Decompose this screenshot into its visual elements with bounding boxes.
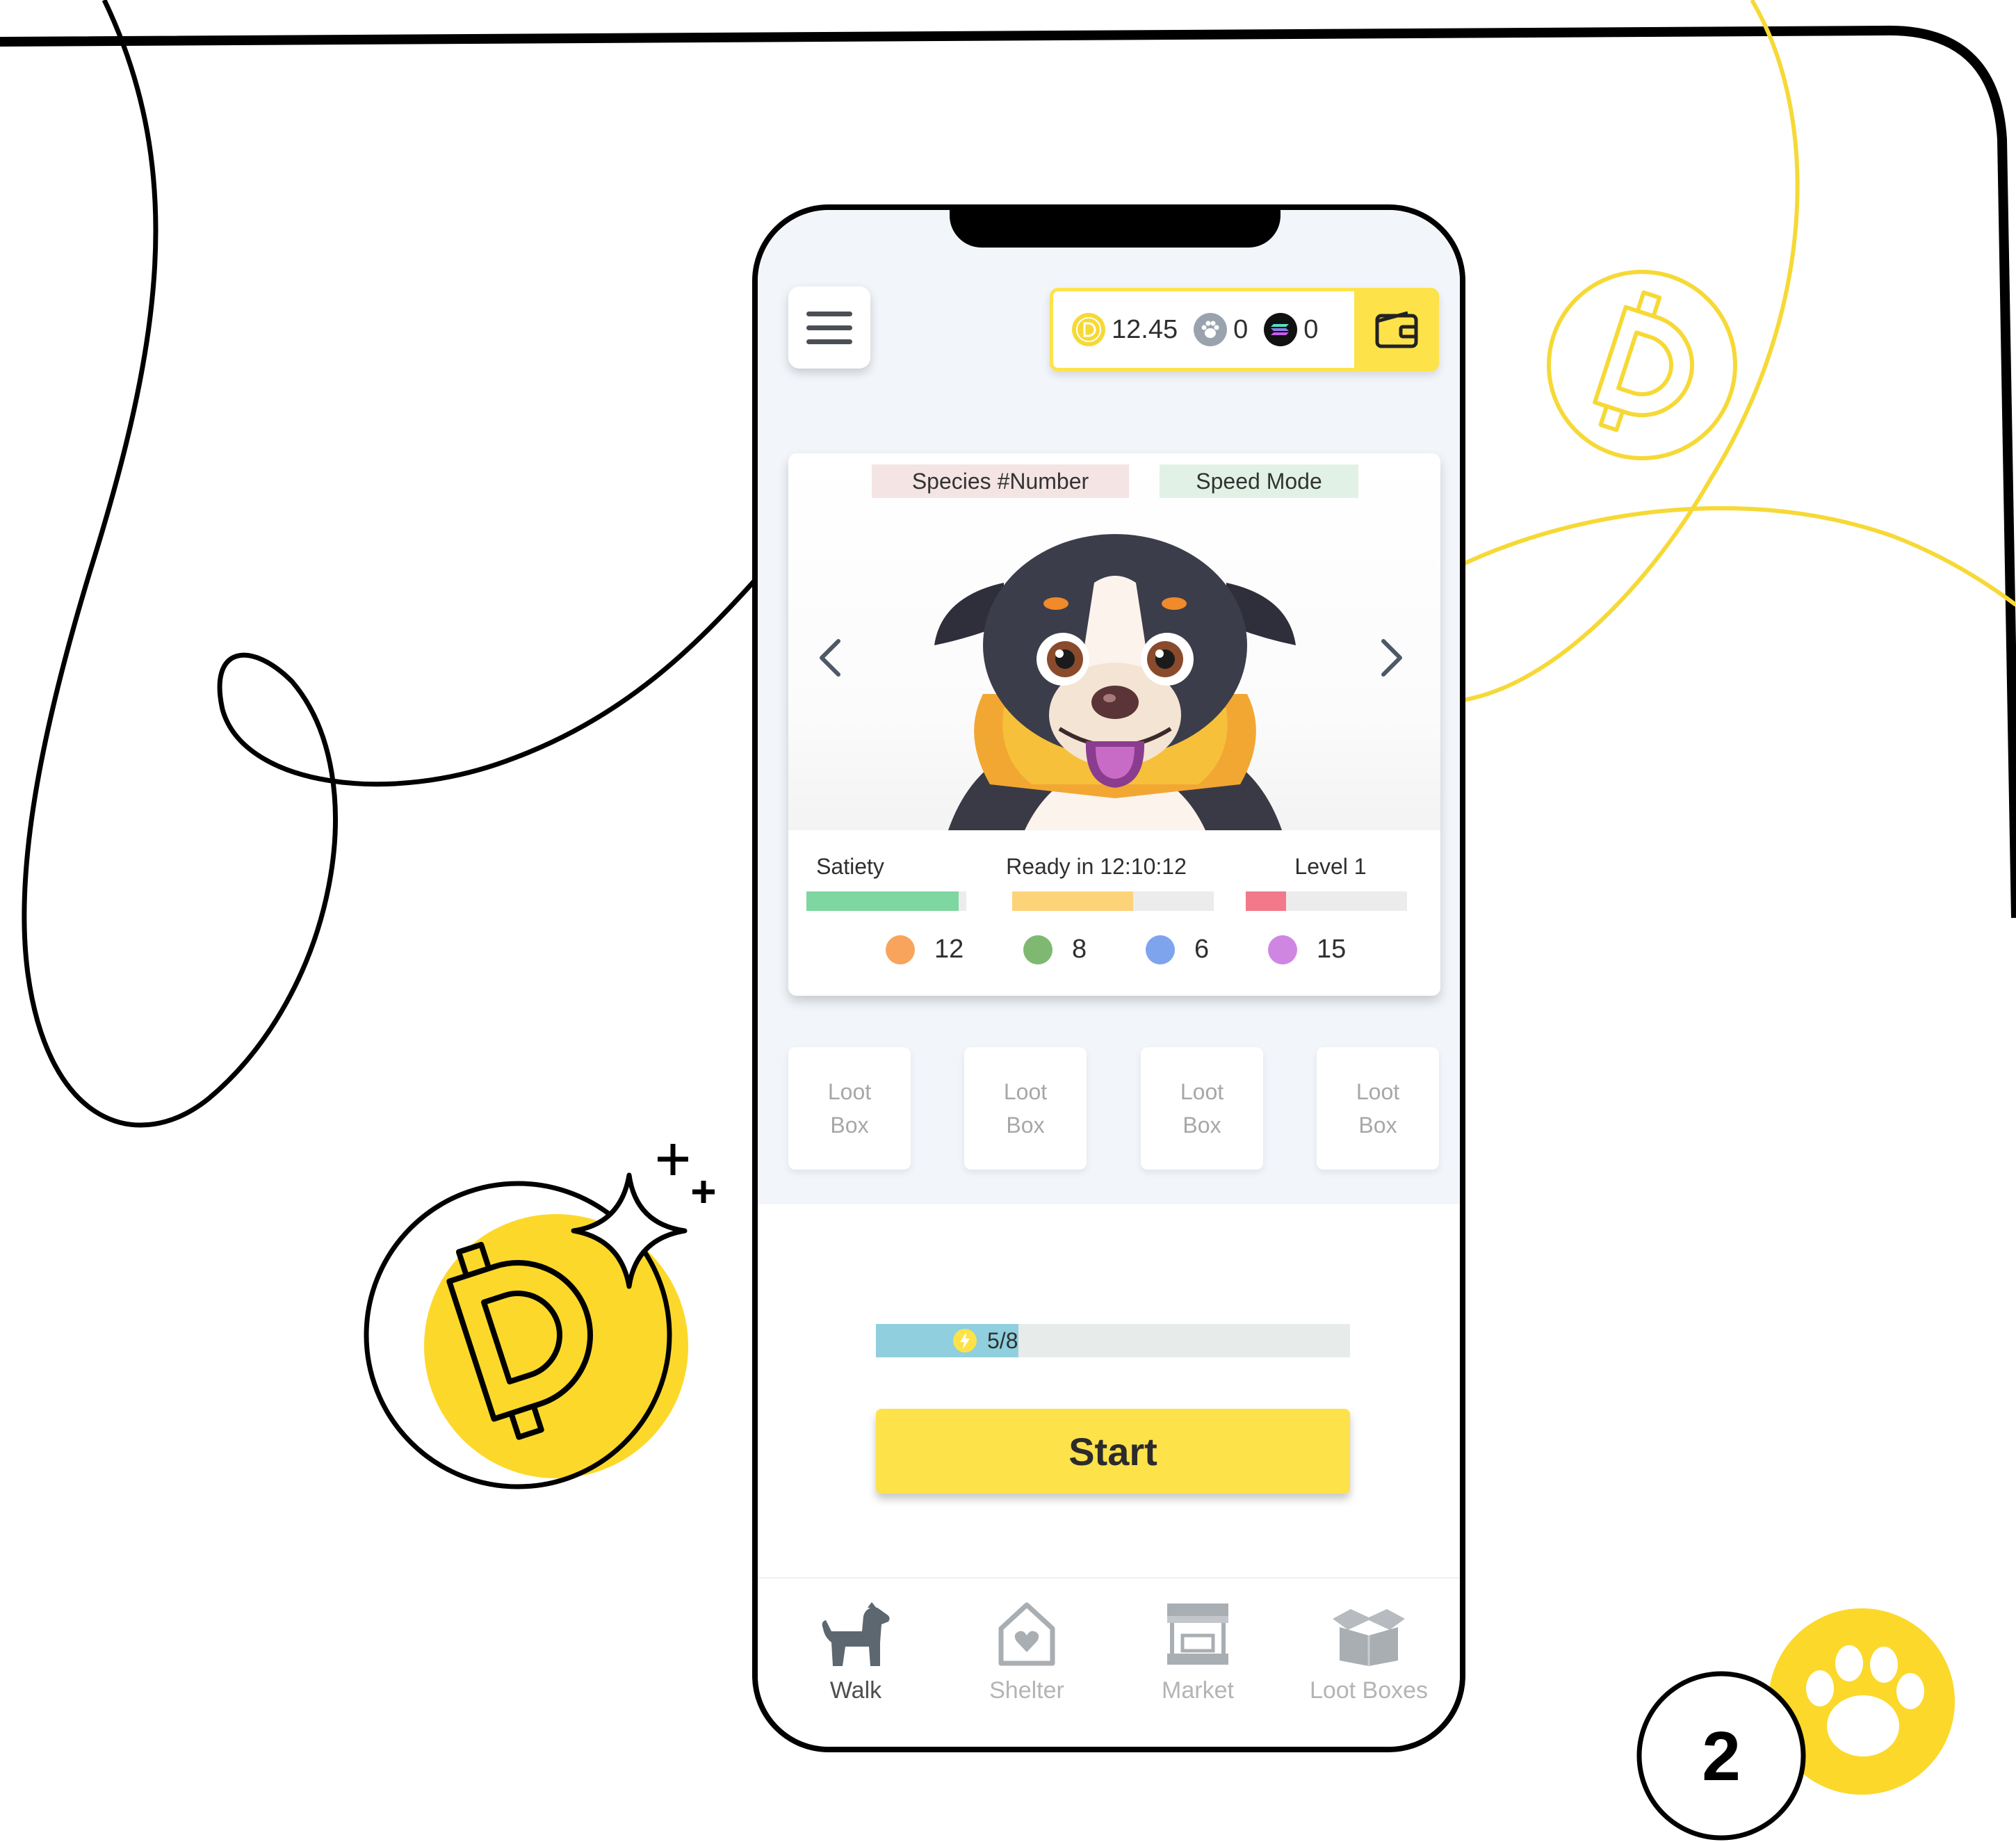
satiety-label: Satiety [816,854,884,879]
loot-box-slot-1[interactable]: Loot Box [788,1047,911,1170]
energy-text: 5/8 [987,1327,1018,1353]
attribute-purple: 15 [1268,935,1346,964]
attribute-blue: 6 [1146,935,1209,964]
level-bar [1246,891,1407,911]
start-button[interactable]: Start [876,1409,1350,1494]
phone-frame: 12.45 0 0 Species #Number Speed Mode Sat… [752,204,1465,1752]
energy-bar: 5/8 [876,1324,1350,1357]
pet-image-area: Species #Number Speed Mode [788,453,1440,830]
market-icon [1167,1603,1228,1665]
menu-button[interactable] [788,286,870,369]
dogecoin-sticker-icon [364,1144,715,1489]
ready-bar [1012,891,1214,911]
satiety-bar [806,891,966,911]
loot-box-slot-3[interactable]: Loot Box [1141,1047,1263,1170]
pet-card: Species #Number Speed Mode Satiety Ready… [788,453,1440,996]
dog-avatar [934,534,1296,830]
dogecoin-outline-icon [1547,270,1737,460]
nav-loot-boxes[interactable]: Loot Boxes [1289,1598,1449,1704]
paw-coin-icon [1194,313,1228,346]
dogecoin-icon [1072,313,1105,346]
solana-icon [1264,313,1298,346]
loot-box-icon [1333,1609,1405,1666]
nav-walk[interactable]: Walk [776,1598,936,1704]
wallet-button[interactable] [1354,288,1439,371]
loot-box-slot-4[interactable]: Loot Box [1317,1047,1439,1170]
attribute-dot [1146,935,1175,964]
balance-paw: 0 [1193,312,1248,347]
loot-box-slot-2[interactable]: Loot Box [964,1047,1087,1170]
mode-tag: Speed Mode [1160,464,1358,498]
attribute-dot [886,935,915,964]
attribute-green: 8 [1023,935,1087,964]
nav-shelter[interactable]: Shelter [947,1598,1107,1704]
step-number: 2 [1702,1718,1741,1795]
chevron-right-icon[interactable] [1378,637,1406,679]
balance-doge: 12.45 [1071,312,1178,347]
bottom-nav: Walk Shelter Market Loot Boxes [758,1577,1460,1747]
balance-sol: 0 [1263,312,1318,347]
wallet-icon [1375,311,1418,348]
hamburger-icon [806,311,852,316]
dog-icon [822,1602,890,1666]
phone-notch [950,210,1281,248]
shelter-icon [998,1602,1055,1666]
paw-badge-icon [1636,1608,1955,1841]
ready-label: Ready in 12:10:12 [1006,854,1187,879]
attribute-dot [1268,935,1297,964]
nav-market[interactable]: Market [1118,1598,1278,1704]
species-tag: Species #Number [872,464,1129,498]
lightning-icon [953,1329,977,1352]
chevron-left-icon[interactable] [816,637,844,679]
attribute-orange: 12 [886,935,964,964]
attribute-dot [1023,935,1052,964]
level-label: Level 1 [1294,854,1367,879]
balance-bar: 12.45 0 0 [1050,288,1439,371]
